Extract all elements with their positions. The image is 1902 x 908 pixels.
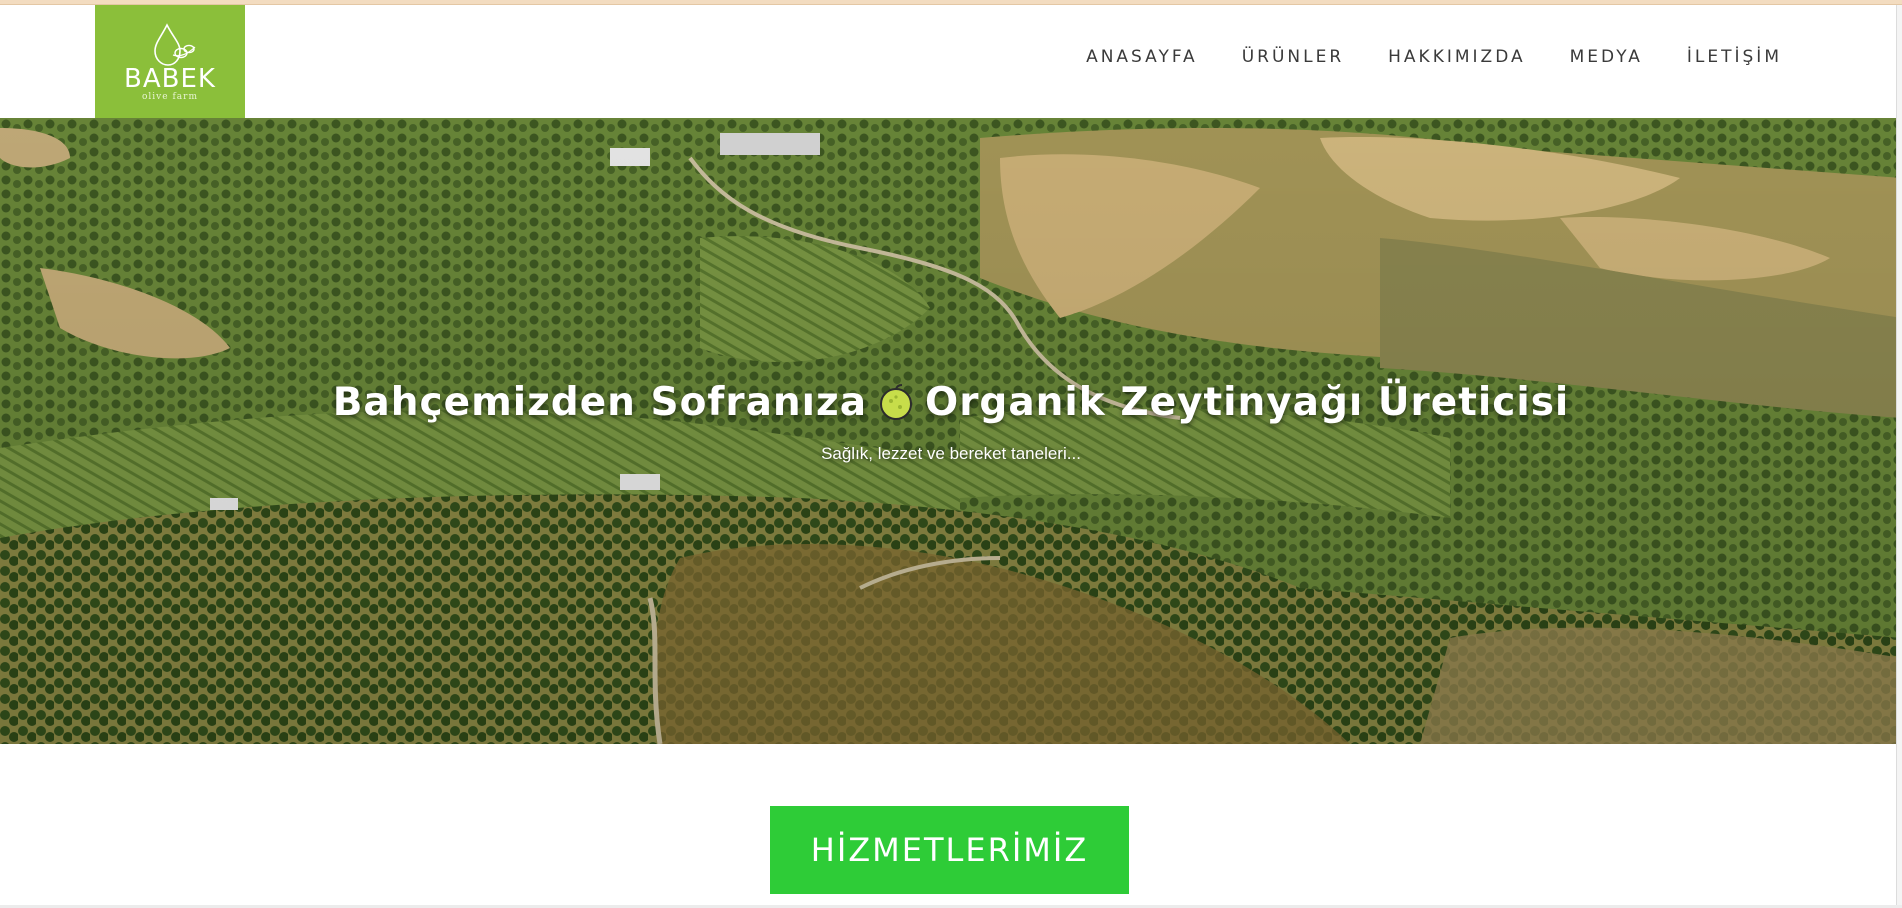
hero-banner: Bahçemizden Sofranıza Organik Zeytinyağı…: [0, 118, 1902, 744]
page-scrollbar[interactable]: [1896, 5, 1902, 908]
services-button[interactable]: HİZMETLERİMİZ: [770, 806, 1129, 894]
hero-subtitle: Sağlık, lezzet ve bereket taneleri...: [821, 444, 1081, 463]
brand-name: BABEK: [124, 64, 216, 94]
site-header: BABEK olive farm ANASAYFA ÜRÜNLER HAKKIM…: [0, 5, 1902, 118]
main-nav: ANASAYFA ÜRÜNLER HAKKIMIZDA MEDYA İLETİŞ…: [1042, 47, 1782, 67]
hero-title-right: Organik Zeytinyağı Üreticisi: [925, 380, 1570, 425]
olive-drop-icon: [154, 23, 196, 66]
brand-logo[interactable]: BABEK olive farm: [95, 5, 245, 118]
nav-item-hakkimizda[interactable]: HAKKIMIZDA: [1388, 47, 1525, 67]
melon-icon: [880, 384, 913, 420]
hero-title: Bahçemizden Sofranıza Organik Zeytinyağı…: [0, 380, 1902, 425]
hero-title-left: Bahçemizden Sofranıza: [332, 380, 868, 425]
hero-landscape-image: [0, 118, 1902, 744]
nav-item-anasayfa[interactable]: ANASAYFA: [1086, 47, 1198, 67]
nav-item-iletisim[interactable]: İLETİŞİM: [1687, 47, 1782, 67]
nav-item-urunler[interactable]: ÜRÜNLER: [1242, 47, 1344, 67]
nav-item-medya[interactable]: MEDYA: [1570, 47, 1643, 67]
brand-tagline: olive farm: [142, 92, 198, 102]
